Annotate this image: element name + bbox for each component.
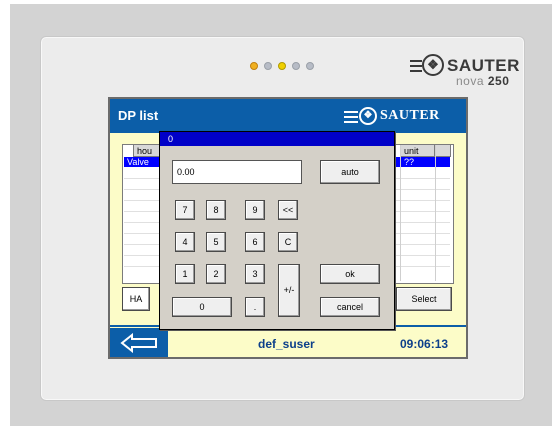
brand-model-number: 250 [487,74,510,88]
sauter-emblem-icon: ❖ [422,54,444,76]
brand-lines-icon [410,60,422,75]
led-3 [278,62,286,70]
key-8-button[interactable]: 8 [206,200,226,220]
key-9-button[interactable]: 9 [245,200,265,220]
row-unit: ?? [404,157,415,167]
key-5-button[interactable]: 5 [206,232,226,252]
key-6-button[interactable]: 6 [245,232,265,252]
backspace-button[interactable]: << [278,200,298,220]
key-3-button[interactable]: 3 [245,264,265,284]
key-7-button[interactable]: 7 [175,200,195,220]
column-divider [435,145,436,281]
device-brand-logo: ❖ SAUTER nova 250 [410,54,520,88]
select-button[interactable]: Select [396,287,452,311]
auto-button[interactable]: auto [320,160,380,184]
led-1 [250,62,258,70]
back-button[interactable] [110,328,168,357]
dialog-title: 0 [160,132,394,146]
clock-time: 09:06:13 [400,337,449,351]
column-header-extra[interactable] [435,145,451,157]
sauter-title-emblem-icon: ❖ [359,107,377,125]
back-arrow-icon [120,333,157,353]
title-brand: SAUTER [380,108,440,123]
led-2 [264,62,272,70]
page-title: DP list [118,108,159,123]
key-1-button[interactable]: 1 [175,264,195,284]
column-header-unit[interactable]: unit [400,145,435,157]
ok-button[interactable]: ok [320,264,380,284]
status-leds [250,62,314,70]
ha-button[interactable]: HA [122,287,150,311]
row-name: Valve [127,157,149,167]
clear-button[interactable]: C [278,232,298,252]
screen-titlebar: DP list ❖ SAUTER [110,99,466,133]
brand-model-prefix: nova [456,74,485,88]
led-5 [306,62,314,70]
key-2-button[interactable]: 2 [206,264,226,284]
plus-minus-button[interactable]: +/- [278,264,300,317]
cancel-button[interactable]: cancel [320,297,380,317]
brand-model: nova 250 [456,74,509,88]
value-input[interactable]: 0.00 [172,160,302,184]
numeric-input-dialog: 0 0.00 auto 7 8 9 << 4 5 6 C 1 2 3 +/- 0… [159,131,395,330]
title-lines-icon [344,111,358,126]
current-user: def_suser [258,337,315,351]
column-divider [400,145,401,281]
key-0-button[interactable]: 0 [172,297,232,317]
decimal-point-button[interactable]: . [245,297,265,317]
key-4-button[interactable]: 4 [175,232,195,252]
brand-name: SAUTER [447,56,520,75]
led-4 [292,62,300,70]
